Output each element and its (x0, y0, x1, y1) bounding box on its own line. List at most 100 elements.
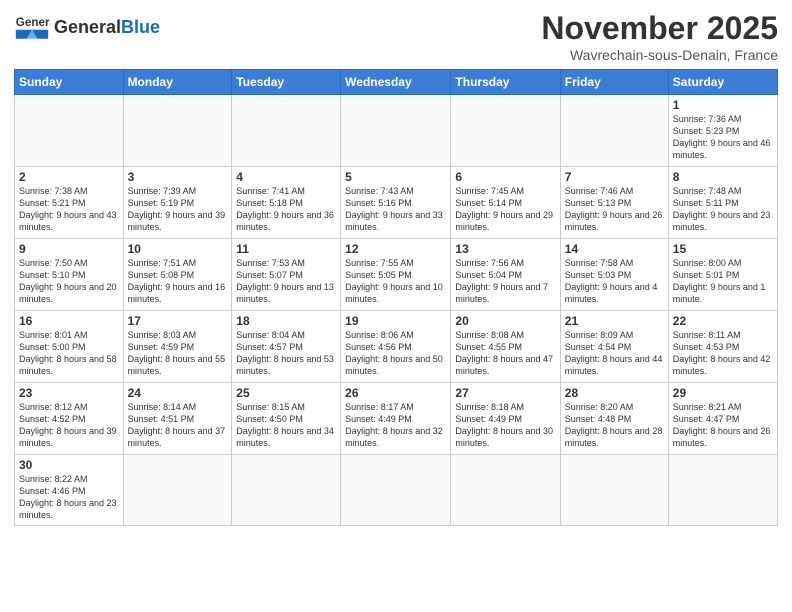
logo-text: GeneralBlue (54, 18, 160, 38)
day-info: Sunrise: 8:14 AM Sunset: 4:51 PM Dayligh… (128, 401, 228, 450)
day-number: 20 (455, 314, 555, 328)
day-info: Sunrise: 7:45 AM Sunset: 5:14 PM Dayligh… (455, 185, 555, 234)
weekday-header-friday: Friday (560, 70, 668, 95)
day-number: 2 (19, 170, 119, 184)
day-number: 9 (19, 242, 119, 256)
day-number: 15 (673, 242, 773, 256)
calendar-day-cell: 8Sunrise: 7:48 AM Sunset: 5:11 PM Daylig… (668, 167, 777, 239)
calendar-day-cell: 7Sunrise: 7:46 AM Sunset: 5:13 PM Daylig… (560, 167, 668, 239)
day-number: 13 (455, 242, 555, 256)
location-title: Wavrechain-sous-Denain, France (541, 47, 778, 63)
day-info: Sunrise: 7:55 AM Sunset: 5:05 PM Dayligh… (345, 257, 446, 306)
calendar-day-cell: 13Sunrise: 7:56 AM Sunset: 5:04 PM Dayli… (451, 239, 560, 311)
day-number: 28 (565, 386, 664, 400)
calendar-day-cell: 9Sunrise: 7:50 AM Sunset: 5:10 PM Daylig… (15, 239, 124, 311)
day-number: 4 (236, 170, 336, 184)
day-info: Sunrise: 8:20 AM Sunset: 4:48 PM Dayligh… (565, 401, 664, 450)
day-info: Sunrise: 7:46 AM Sunset: 5:13 PM Dayligh… (565, 185, 664, 234)
day-number: 12 (345, 242, 446, 256)
day-number: 7 (565, 170, 664, 184)
day-number: 22 (673, 314, 773, 328)
calendar-day-cell: 14Sunrise: 7:58 AM Sunset: 5:03 PM Dayli… (560, 239, 668, 311)
calendar-day-cell: 4Sunrise: 7:41 AM Sunset: 5:18 PM Daylig… (232, 167, 341, 239)
calendar-day-cell: 20Sunrise: 8:08 AM Sunset: 4:55 PM Dayli… (451, 311, 560, 383)
calendar-day-cell (15, 95, 124, 167)
calendar-table: SundayMondayTuesdayWednesdayThursdayFrid… (14, 69, 778, 526)
calendar-day-cell (232, 95, 341, 167)
page: General GeneralBlue November 2025 Wavrec… (0, 0, 792, 536)
calendar-day-cell: 28Sunrise: 8:20 AM Sunset: 4:48 PM Dayli… (560, 383, 668, 455)
calendar-day-cell: 12Sunrise: 7:55 AM Sunset: 5:05 PM Dayli… (341, 239, 451, 311)
day-info: Sunrise: 8:12 AM Sunset: 4:52 PM Dayligh… (19, 401, 119, 450)
calendar-day-cell (123, 455, 232, 526)
calendar-day-cell: 18Sunrise: 8:04 AM Sunset: 4:57 PM Dayli… (232, 311, 341, 383)
day-number: 10 (128, 242, 228, 256)
calendar-day-cell (451, 455, 560, 526)
day-number: 27 (455, 386, 555, 400)
calendar-day-cell: 23Sunrise: 8:12 AM Sunset: 4:52 PM Dayli… (15, 383, 124, 455)
day-number: 1 (673, 98, 773, 112)
day-info: Sunrise: 7:38 AM Sunset: 5:21 PM Dayligh… (19, 185, 119, 234)
day-info: Sunrise: 8:00 AM Sunset: 5:01 PM Dayligh… (673, 257, 773, 306)
weekday-header-sunday: Sunday (15, 70, 124, 95)
day-number: 30 (19, 458, 119, 472)
day-number: 18 (236, 314, 336, 328)
day-number: 3 (128, 170, 228, 184)
weekday-header-tuesday: Tuesday (232, 70, 341, 95)
calendar-day-cell (123, 95, 232, 167)
day-info: Sunrise: 7:39 AM Sunset: 5:19 PM Dayligh… (128, 185, 228, 234)
day-number: 5 (345, 170, 446, 184)
calendar-day-cell (560, 455, 668, 526)
day-info: Sunrise: 8:18 AM Sunset: 4:49 PM Dayligh… (455, 401, 555, 450)
day-number: 19 (345, 314, 446, 328)
day-number: 21 (565, 314, 664, 328)
calendar-day-cell (560, 95, 668, 167)
day-number: 25 (236, 386, 336, 400)
calendar-day-cell: 21Sunrise: 8:09 AM Sunset: 4:54 PM Dayli… (560, 311, 668, 383)
day-number: 29 (673, 386, 773, 400)
day-info: Sunrise: 7:43 AM Sunset: 5:16 PM Dayligh… (345, 185, 446, 234)
day-info: Sunrise: 8:17 AM Sunset: 4:49 PM Dayligh… (345, 401, 446, 450)
calendar-week-row: 1Sunrise: 7:36 AM Sunset: 5:23 PM Daylig… (15, 95, 778, 167)
day-info: Sunrise: 7:50 AM Sunset: 5:10 PM Dayligh… (19, 257, 119, 306)
calendar-week-row: 16Sunrise: 8:01 AM Sunset: 5:00 PM Dayli… (15, 311, 778, 383)
svg-text:General: General (16, 16, 50, 29)
header: General GeneralBlue November 2025 Wavrec… (14, 10, 778, 63)
calendar-day-cell: 11Sunrise: 7:53 AM Sunset: 5:07 PM Dayli… (232, 239, 341, 311)
calendar-day-cell (232, 455, 341, 526)
calendar-day-cell: 15Sunrise: 8:00 AM Sunset: 5:01 PM Dayli… (668, 239, 777, 311)
day-info: Sunrise: 8:11 AM Sunset: 4:53 PM Dayligh… (673, 329, 773, 378)
calendar-day-cell: 29Sunrise: 8:21 AM Sunset: 4:47 PM Dayli… (668, 383, 777, 455)
calendar-day-cell (341, 95, 451, 167)
calendar-day-cell: 1Sunrise: 7:36 AM Sunset: 5:23 PM Daylig… (668, 95, 777, 167)
day-number: 6 (455, 170, 555, 184)
calendar-day-cell: 30Sunrise: 8:22 AM Sunset: 4:46 PM Dayli… (15, 455, 124, 526)
calendar-day-cell: 27Sunrise: 8:18 AM Sunset: 4:49 PM Dayli… (451, 383, 560, 455)
calendar-week-row: 9Sunrise: 7:50 AM Sunset: 5:10 PM Daylig… (15, 239, 778, 311)
weekday-header-monday: Monday (123, 70, 232, 95)
day-info: Sunrise: 7:58 AM Sunset: 5:03 PM Dayligh… (565, 257, 664, 306)
month-title: November 2025 (541, 10, 778, 47)
day-number: 11 (236, 242, 336, 256)
calendar-week-row: 23Sunrise: 8:12 AM Sunset: 4:52 PM Dayli… (15, 383, 778, 455)
calendar-day-cell (341, 455, 451, 526)
day-number: 17 (128, 314, 228, 328)
calendar-day-cell (451, 95, 560, 167)
day-number: 8 (673, 170, 773, 184)
calendar-day-cell: 2Sunrise: 7:38 AM Sunset: 5:21 PM Daylig… (15, 167, 124, 239)
day-info: Sunrise: 8:04 AM Sunset: 4:57 PM Dayligh… (236, 329, 336, 378)
weekday-header-thursday: Thursday (451, 70, 560, 95)
day-info: Sunrise: 8:15 AM Sunset: 4:50 PM Dayligh… (236, 401, 336, 450)
calendar-day-cell: 24Sunrise: 8:14 AM Sunset: 4:51 PM Dayli… (123, 383, 232, 455)
calendar-day-cell: 16Sunrise: 8:01 AM Sunset: 5:00 PM Dayli… (15, 311, 124, 383)
day-number: 23 (19, 386, 119, 400)
day-info: Sunrise: 7:48 AM Sunset: 5:11 PM Dayligh… (673, 185, 773, 234)
logo: General GeneralBlue (14, 10, 160, 46)
day-info: Sunrise: 8:03 AM Sunset: 4:59 PM Dayligh… (128, 329, 228, 378)
day-info: Sunrise: 7:56 AM Sunset: 5:04 PM Dayligh… (455, 257, 555, 306)
day-number: 26 (345, 386, 446, 400)
day-number: 14 (565, 242, 664, 256)
calendar-day-cell: 10Sunrise: 7:51 AM Sunset: 5:08 PM Dayli… (123, 239, 232, 311)
weekday-header-saturday: Saturday (668, 70, 777, 95)
calendar-week-row: 2Sunrise: 7:38 AM Sunset: 5:21 PM Daylig… (15, 167, 778, 239)
